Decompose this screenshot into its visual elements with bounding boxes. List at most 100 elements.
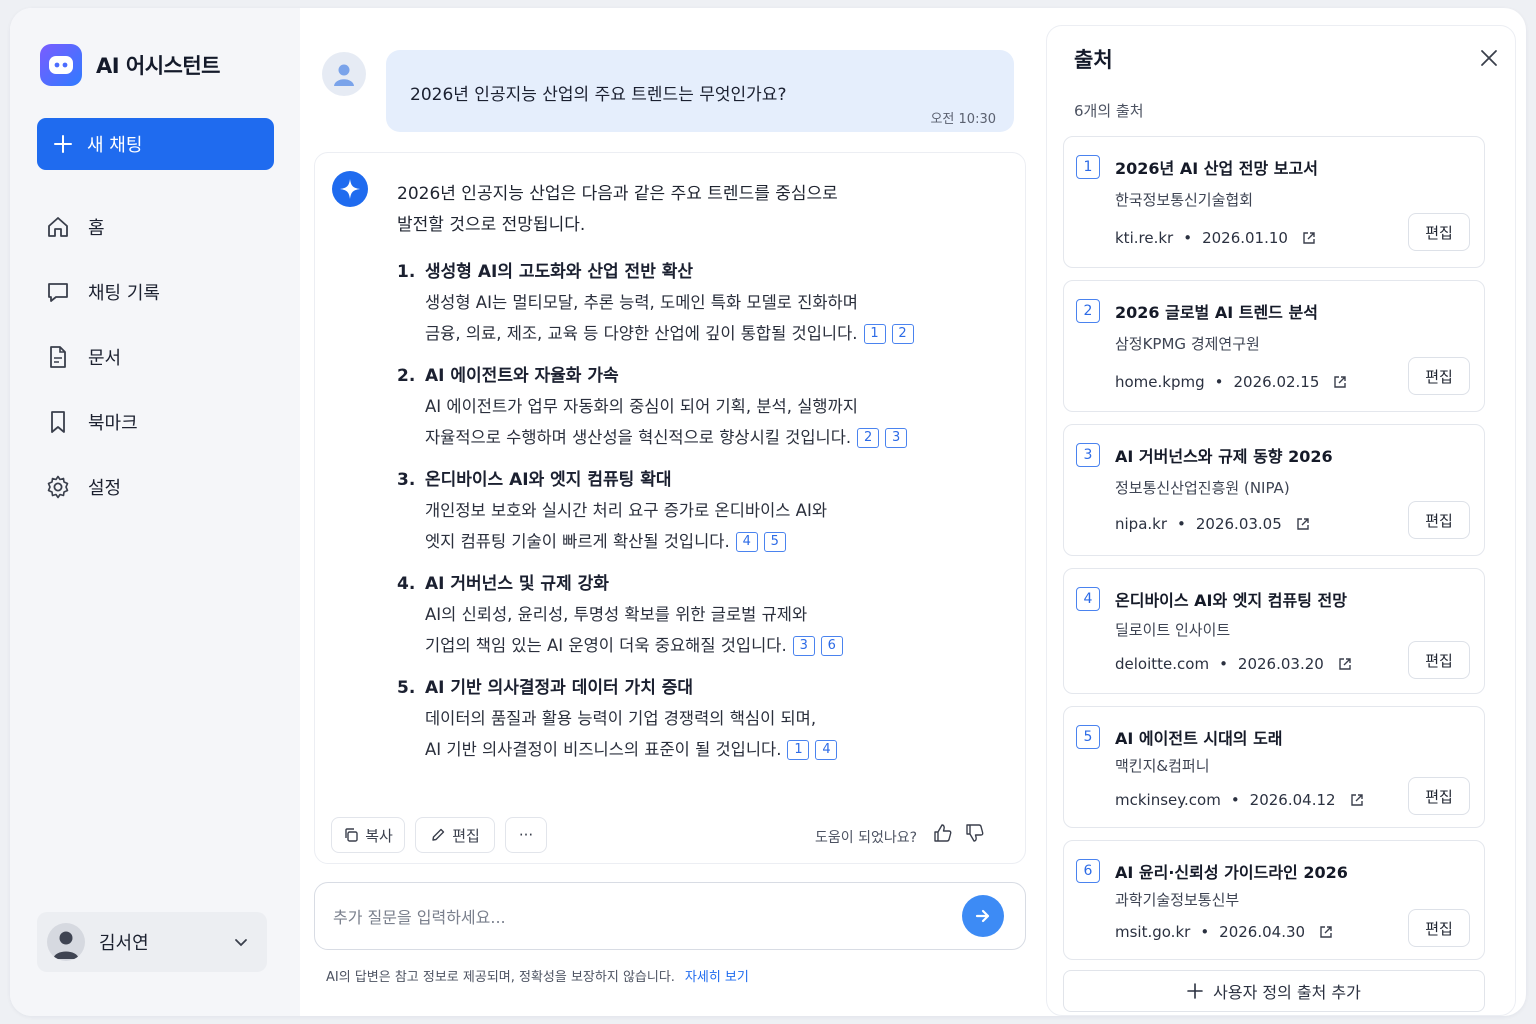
external-link-icon[interactable] (1319, 925, 1333, 939)
item-number: 1. (397, 262, 416, 282)
item-text: 기업의 책임 있는 AI 운영이 더욱 중요해질 것입니다. (425, 636, 787, 655)
sparkle-icon (332, 171, 368, 207)
source-organization: 과학기술정보통신부 (1115, 891, 1240, 909)
source-organization: 삼정KPMG 경제연구원 (1115, 335, 1260, 353)
citation-5[interactable]: 5 (763, 532, 786, 552)
citation-1[interactable]: 1 (863, 324, 886, 344)
source-number: 6 (1076, 859, 1100, 883)
close-icon[interactable] (1477, 46, 1501, 74)
source-meta: deloitte.com • 2026.03.20 (1115, 655, 1352, 673)
add-custom-source-button[interactable]: 사용자 정의 출처 추가 (1063, 970, 1485, 1012)
answer-intro-line: 발전할 것으로 전망됩니다. (397, 215, 586, 235)
source-card[interactable]: 6 AI 윤리·신뢰성 가이드라인 2026 과학기술정보통신부 msit.go… (1063, 840, 1485, 960)
message-timestamp: 오전 10:30 (930, 112, 996, 127)
sidebar-item-settings[interactable]: 설정 (42, 454, 282, 519)
source-domain: home.kpmg (1115, 373, 1205, 391)
source-title: AI 윤리·신뢰성 가이드라인 2026 (1115, 863, 1348, 882)
robot-icon (40, 44, 82, 86)
source-card[interactable]: 4 온디바이스 AI와 엣지 컴퓨팅 전망 딜로이트 인사이트 deloitte… (1063, 568, 1485, 694)
citation-3[interactable]: 3 (792, 636, 815, 656)
user-profile-menu[interactable]: 김서연 (37, 912, 267, 972)
thumbs-up-icon[interactable] (933, 823, 953, 847)
external-link-icon[interactable] (1338, 657, 1352, 671)
source-date: 2026.03.05 (1195, 515, 1282, 533)
item-number: 5. (397, 678, 416, 698)
source-date: 2026.03.20 (1237, 655, 1324, 673)
citation-6[interactable]: 6 (820, 636, 843, 656)
sidebar-item-label: 홈 (88, 217, 105, 239)
sidebar-item-chat-history[interactable]: 채팅 기록 (42, 259, 282, 324)
edit-button[interactable]: 편집 (415, 817, 495, 853)
app-title: AI 어시스턴트 (96, 54, 220, 78)
external-link-icon[interactable] (1350, 793, 1364, 807)
citation-1[interactable]: 1 (787, 740, 810, 760)
citation-4[interactable]: 4 (735, 532, 758, 552)
chat-icon (42, 279, 74, 305)
item-text: 자율적으로 수행하며 생산성을 혁신적으로 향상시킬 것입니다. (425, 428, 852, 447)
item-number: 2. (397, 366, 416, 386)
sidebar-item-bookmarks[interactable]: 북마크 (42, 389, 282, 454)
source-title: 온디바이스 AI와 엣지 컴퓨팅 전망 (1115, 591, 1347, 610)
source-edit-button[interactable]: 편집 (1408, 213, 1470, 251)
send-button[interactable] (962, 895, 1004, 937)
source-card[interactable]: 5 AI 에이전트 시대의 도래 맥킨지&컴퍼니 mckinsey.com • 20… (1063, 706, 1485, 828)
chat-input[interactable] (333, 901, 933, 933)
source-card[interactable]: 2 2026 글로벌 AI 트렌드 분석 삼정KPMG 경제연구원 home.k… (1063, 280, 1485, 412)
external-link-icon[interactable] (1333, 375, 1347, 389)
sidebar-item-documents[interactable]: 문서 (42, 324, 282, 389)
new-chat-label: 새 채팅 (87, 135, 143, 156)
new-chat-button[interactable]: 새 채팅 (37, 118, 274, 170)
citation-2[interactable]: 2 (857, 428, 880, 448)
citation-3[interactable]: 3 (885, 428, 908, 448)
source-card[interactable]: 1 2026년 AI 산업 전망 보고서 한국정보통신기술협회 kti.re.k… (1063, 136, 1485, 268)
source-title: AI 에이전트 시대의 도래 (1115, 729, 1283, 748)
disclaimer-text: AI의 답변은 참고 정보로 제공되며, 정확성을 보장하지 않습니다. (326, 970, 675, 985)
user-message-text: 2026년 인공지능 산업의 주요 트렌드는 무엇인가요? (410, 85, 787, 105)
list-item: 4. AI 거버넌스 및 규제 강화 AI의 신뢰성, 윤리성, 투명성 확보를 … (397, 569, 997, 661)
source-date: 2026.02.15 (1233, 373, 1320, 391)
source-edit-button[interactable]: 편집 (1408, 641, 1470, 679)
list-item: 1. 생성형 AI의 고도화와 산업 전반 확산 생성형 AI는 멀티모달, 추론… (397, 257, 997, 349)
item-text: AI의 신뢰성, 윤리성, 투명성 확보를 위한 글로벌 규제와 (425, 605, 808, 624)
source-edit-button[interactable]: 편집 (1408, 909, 1470, 947)
source-meta: home.kpmg • 2026.02.15 (1115, 373, 1347, 391)
source-organization: 한국정보통신기술협회 (1115, 191, 1254, 209)
external-link-icon[interactable] (1296, 517, 1310, 531)
source-number: 4 (1076, 587, 1100, 611)
citation-4[interactable]: 4 (815, 740, 838, 760)
assistant-answer-card: 2026년 인공지능 산업은 다음과 같은 주요 트렌드를 중심으로 발전할 것… (314, 152, 1026, 864)
answer-intro-line: 2026년 인공지능 산업은 다음과 같은 주요 트렌드를 중심으로 (397, 184, 838, 204)
disclaimer: AI의 답변은 참고 정보로 제공되며, 정확성을 보장하지 않습니다. 자세히 … (326, 966, 749, 985)
more-options-button[interactable]: ··· (505, 817, 547, 853)
item-text: AI 기반 의사결정이 비즈니스의 표준이 될 것입니다. (425, 740, 782, 759)
item-text: 개인정보 보호와 실시간 처리 요구 증가로 온디바이스 AI와 (425, 501, 828, 520)
external-link-icon[interactable] (1302, 231, 1316, 245)
source-domain: kti.re.kr (1115, 229, 1174, 247)
gear-icon (42, 474, 74, 500)
source-edit-button[interactable]: 편집 (1408, 501, 1470, 539)
sidebar-item-label: 설정 (88, 477, 122, 499)
app-window: AI 어시스턴트 새 채팅 홈 채팅 기록 문서 북마크 설정 김서연 2026… (10, 8, 1526, 1016)
copy-button[interactable]: 복사 (331, 817, 405, 853)
sidebar: AI 어시스턴트 새 채팅 홈 채팅 기록 문서 북마크 설정 김서연 (10, 8, 300, 1016)
source-title: AI 거버넌스와 규제 동향 2026 (1115, 447, 1333, 466)
learn-more-link[interactable]: 자세히 보기 (685, 970, 749, 985)
source-edit-button[interactable]: 편집 (1408, 777, 1470, 815)
source-domain: nipa.kr (1115, 515, 1168, 533)
answer-actions: 복사 편집 ··· 도움이 되었나요? (331, 817, 1011, 853)
list-item: 5. AI 기반 의사결정과 데이터 가치 증대 데이터의 품질과 활용 능력이 … (397, 673, 997, 765)
source-number: 1 (1076, 155, 1100, 179)
add-source-label: 사용자 정의 출처 추가 (1213, 983, 1361, 1002)
list-item: 2. AI 에이전트와 자율화 가속 AI 에이전트가 업무 자동화의 중심이 되… (397, 361, 997, 453)
chat-input-box (314, 882, 1026, 950)
citation-2[interactable]: 2 (891, 324, 914, 344)
chevron-down-icon (235, 939, 247, 947)
document-icon (42, 344, 74, 370)
source-number: 2 (1076, 299, 1100, 323)
thumbs-down-icon[interactable] (965, 823, 985, 847)
source-edit-button[interactable]: 편집 (1408, 357, 1470, 395)
user-message-bubble: 2026년 인공지능 산업의 주요 트렌드는 무엇인가요? 오전 10:30 (386, 50, 1014, 132)
source-card[interactable]: 3 AI 거버넌스와 규제 동향 2026 정보통신산업진흥원 (NIPA) n… (1063, 424, 1485, 556)
source-domain: mckinsey.com (1115, 791, 1221, 809)
sidebar-item-home[interactable]: 홈 (42, 194, 282, 259)
